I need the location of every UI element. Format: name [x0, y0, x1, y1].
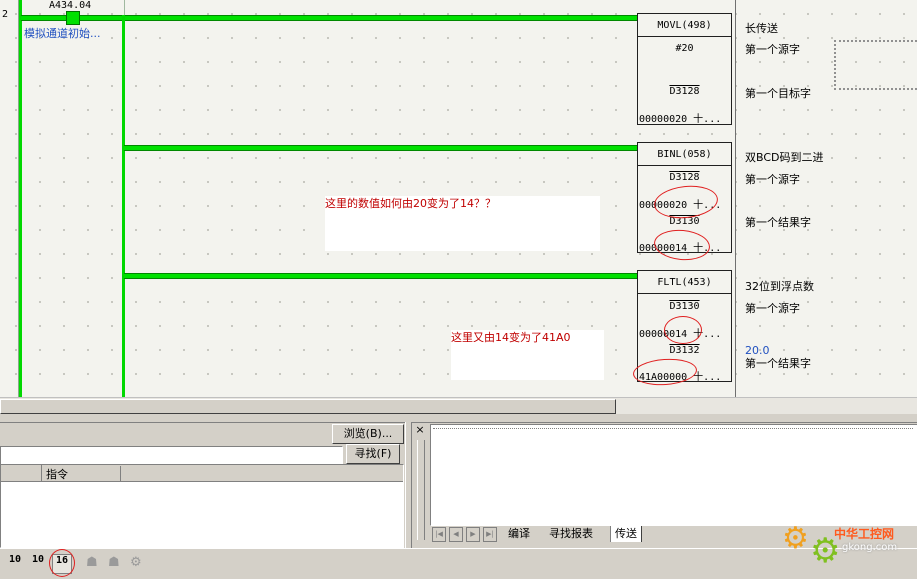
- movl-instruction-box[interactable]: MOVL(498) #20 D3128 00000020 十...: [637, 13, 732, 125]
- operand-1: D3128: [669, 172, 700, 183]
- search-results-list[interactable]: 指令: [0, 464, 404, 548]
- contact-comment: 模拟通道初始...: [24, 27, 101, 40]
- toolbar-icon-disabled-1[interactable]: ☗: [86, 556, 100, 570]
- movl-op2-comment: 第一个目标字: [745, 87, 811, 100]
- toolbar-icon-disabled-2[interactable]: ☗: [108, 556, 122, 570]
- right-rail: [735, 0, 736, 397]
- results-header: 指令: [1, 465, 403, 482]
- column-header-1[interactable]: [1, 465, 42, 481]
- output-close-button[interactable]: ×: [414, 424, 426, 436]
- annotation-text-1: 这里的数值如何由20变为了14？？: [325, 197, 496, 210]
- selection-marquee: [834, 40, 917, 90]
- operand-1: D3130: [669, 301, 700, 312]
- fltl-comment: 32位到浮点数: [745, 280, 814, 293]
- watermark-url: gkong.com: [842, 542, 898, 553]
- binl-op2-comment: 第一个结果字: [745, 216, 811, 229]
- rung-top-line: [21, 15, 638, 21]
- rung-fltl-line: [124, 273, 638, 279]
- movl-op1-comment: 第一个源字: [745, 43, 800, 56]
- instruction-divider: [638, 36, 731, 37]
- operand-2: D3132: [669, 345, 700, 356]
- toolbar-icon-disabled-3[interactable]: ⚙: [130, 556, 146, 570]
- instruction-name: BINL(058): [657, 149, 712, 160]
- column-header-instruction[interactable]: 指令: [46, 466, 121, 481]
- movl-comment: 长传送: [745, 22, 778, 35]
- display-decimal-button[interactable]: 10: [6, 554, 24, 572]
- binl-op1-comment: 第一个源字: [745, 173, 800, 186]
- gear-logo-icon: ⚙: [782, 521, 809, 556]
- contact-element[interactable]: [66, 11, 80, 25]
- left-power-rail: [19, 0, 22, 397]
- ladder-diagram[interactable]: 2 A434.04 模拟通道初始... MOVL(498) #20 D3128 …: [0, 0, 917, 397]
- operand-2-value: 00000020 十...: [639, 114, 722, 125]
- panel-divider: [405, 422, 412, 548]
- watermark-name: 中华工控网: [834, 527, 895, 541]
- tab-search-report[interactable]: 寻找报表: [549, 526, 593, 542]
- instruction-divider: [638, 165, 731, 166]
- instruction-name: FLTL(453): [657, 277, 712, 288]
- operand-2: D3128: [669, 86, 700, 97]
- fltl-op1-comment: 第一个源字: [745, 302, 800, 315]
- output-text-area[interactable]: [430, 424, 917, 526]
- fltl-op2-comment: 第一个结果字: [745, 357, 811, 370]
- tab-last-icon[interactable]: ▶|: [483, 527, 497, 542]
- tab-transfer[interactable]: 传送: [610, 526, 642, 542]
- instruction-divider: [638, 293, 731, 294]
- tab-prev-icon[interactable]: ◀: [449, 527, 463, 542]
- panel-splitter[interactable]: [0, 414, 917, 423]
- find-button[interactable]: 寻找(F): [346, 444, 400, 464]
- tab-next-icon[interactable]: ▶: [466, 527, 480, 542]
- output-top-dots: [433, 428, 913, 429]
- operand-1: #20: [675, 43, 694, 54]
- contact-address: A434.04: [49, 0, 92, 11]
- tab-first-icon[interactable]: |◀: [432, 527, 446, 542]
- scrollbar-thumb[interactable]: [0, 399, 616, 414]
- red-circle-marker: [49, 549, 75, 577]
- watermark: ⚙ ⚙ 中华工控网 gkong.com: [782, 520, 912, 576]
- browse-button[interactable]: 浏览(B)...: [332, 424, 404, 444]
- search-input[interactable]: [0, 446, 343, 466]
- rung-binl-line: [124, 145, 638, 151]
- output-gripper[interactable]: [417, 440, 425, 540]
- annotation-text-2: 这里又由14变为了41A0: [451, 331, 571, 344]
- horizontal-scrollbar[interactable]: [0, 397, 917, 415]
- rung-number: 2: [2, 9, 9, 20]
- display-signed-decimal-button[interactable]: 10: [29, 554, 47, 572]
- instruction-name: MOVL(498): [657, 20, 712, 31]
- red-circle-marker: [664, 316, 702, 344]
- binl-comment: 双BCD码到二进: [745, 151, 824, 164]
- tab-compile[interactable]: 编译: [508, 526, 530, 542]
- branch-rail: [122, 15, 125, 397]
